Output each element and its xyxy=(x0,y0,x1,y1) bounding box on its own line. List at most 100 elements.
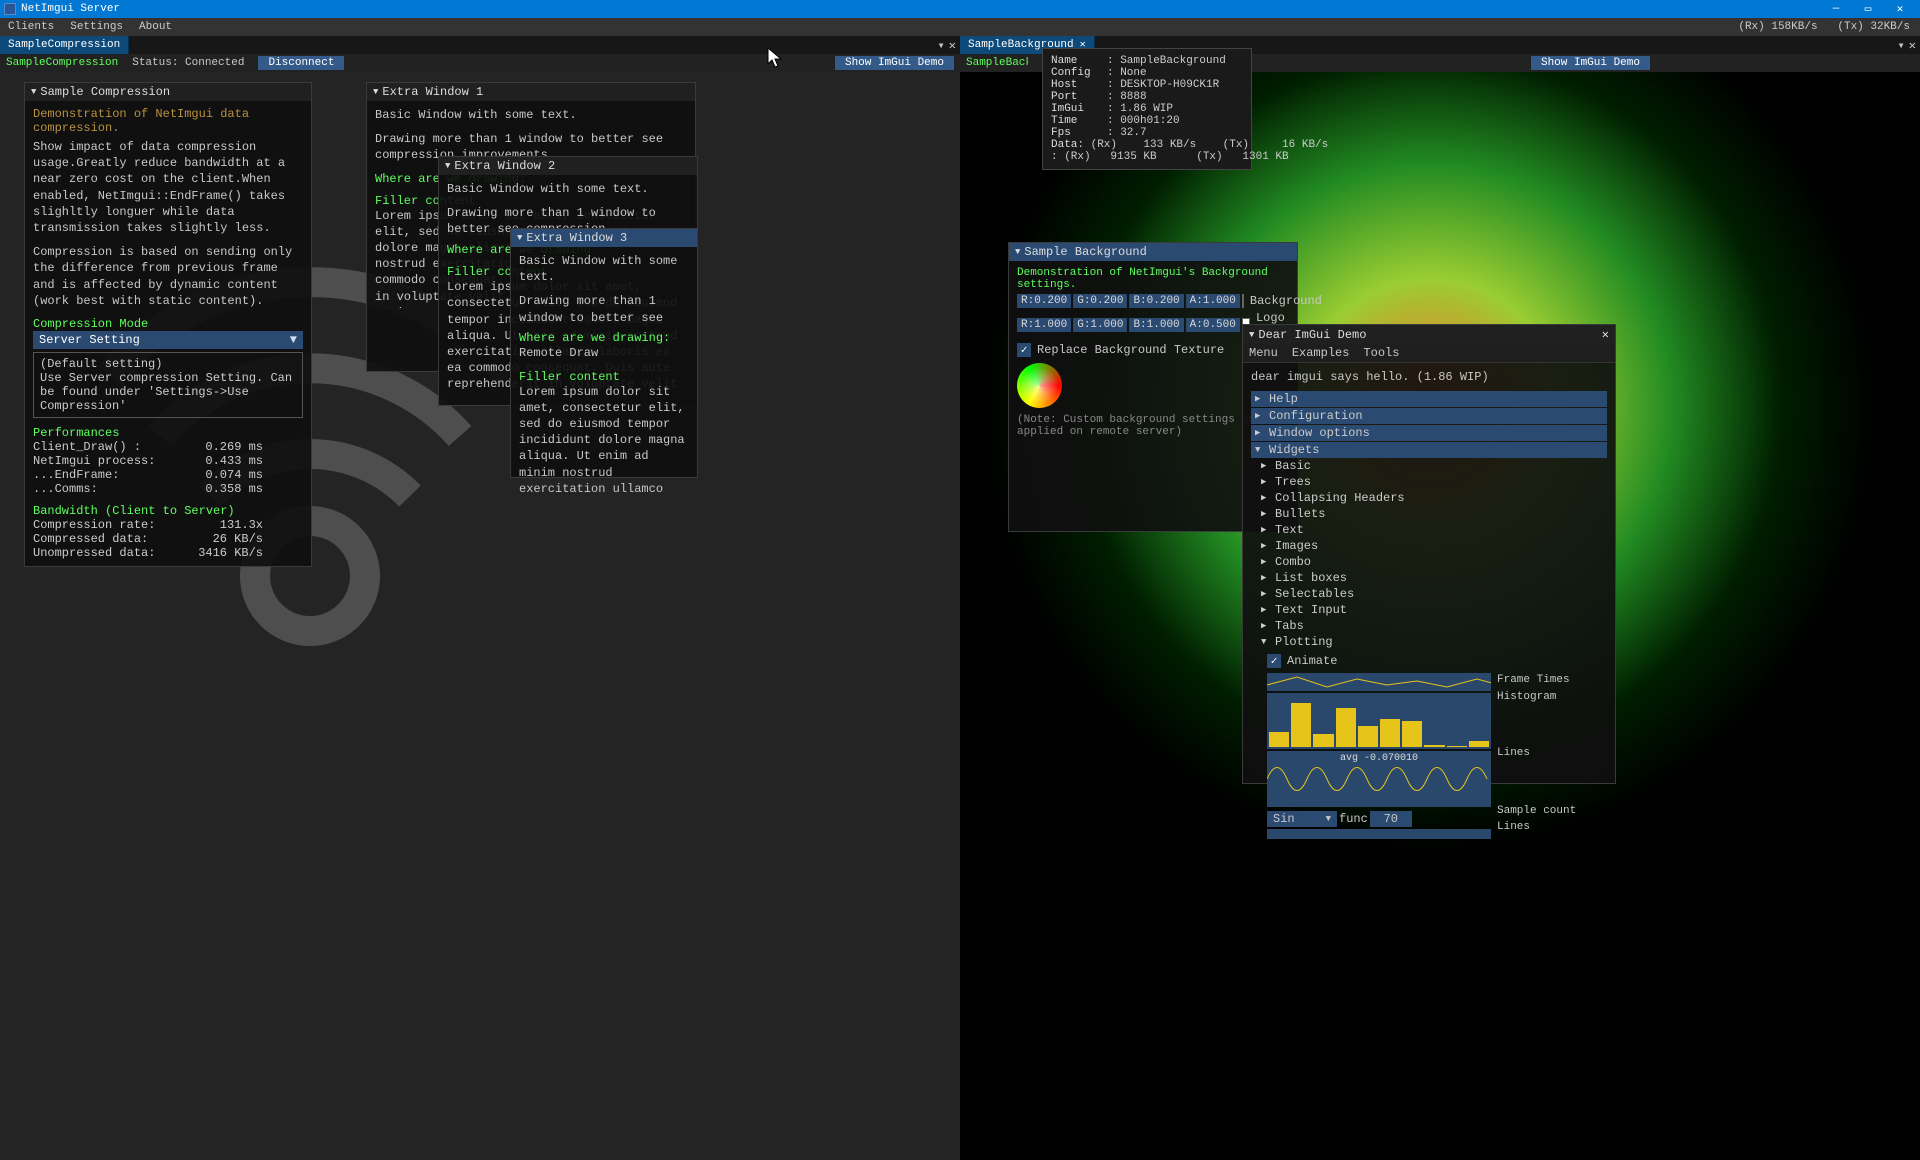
rgba-b[interactable]: B:0.200 xyxy=(1129,294,1183,308)
rgba-a[interactable]: A:1.000 xyxy=(1186,294,1240,308)
close-button[interactable]: ✕ xyxy=(1884,2,1916,16)
demo-tree-item[interactable]: ▶Tabs xyxy=(1261,618,1607,634)
tooltip-host: : DESKTOP-H09CK1R xyxy=(1107,79,1219,91)
plot-frame-times xyxy=(1267,673,1491,691)
background-label: Background xyxy=(1250,294,1322,308)
histogram-bar xyxy=(1447,746,1467,747)
tab-close-icon[interactable]: ✕ xyxy=(1909,38,1916,53)
disconnect-button[interactable]: Disconnect xyxy=(258,56,344,70)
title-text: Dear ImGui Demo xyxy=(1258,328,1366,342)
tooltip-config: : None xyxy=(1107,67,1147,79)
show-demo-button-right[interactable]: Show ImGui Demo xyxy=(1531,56,1650,70)
demo-tree-item[interactable]: ▶Collapsing Headers xyxy=(1261,490,1607,506)
window-title[interactable]: ▼Extra Window 1 xyxy=(367,83,695,101)
bandwidth-label: Bandwidth (Client to Server) xyxy=(33,504,303,518)
title-text: Extra Window 1 xyxy=(382,85,483,99)
demo-header[interactable]: ▶Window options xyxy=(1251,425,1607,441)
histogram-bar xyxy=(1291,703,1311,747)
app-titlebar: NetImgui Server — ▭ ✕ xyxy=(0,0,1920,18)
plot-avg-label: avg -0.070010 xyxy=(1340,753,1418,764)
menu-clients[interactable]: Clients xyxy=(0,21,62,33)
rgba-r[interactable]: R:0.200 xyxy=(1017,294,1071,308)
window-imgui-demo[interactable]: ▼Dear ImGui Demo ✕ Menu Examples Tools d… xyxy=(1242,324,1616,784)
compression-mode-desc: (Default setting) Use Server compression… xyxy=(33,352,303,418)
tooltip-fps: : 32.7 xyxy=(1107,127,1147,139)
menu-item[interactable]: Examples xyxy=(1292,346,1350,360)
dropdown-icon[interactable]: ▾ xyxy=(938,38,945,53)
status-connected: Status: Connected xyxy=(132,57,244,69)
sample-count-input[interactable]: 70 xyxy=(1370,811,1412,827)
histogram-bar xyxy=(1424,745,1444,748)
rgba-b[interactable]: B:1.000 xyxy=(1129,318,1183,332)
demo-header[interactable]: ▶Configuration xyxy=(1251,408,1607,424)
minimize-button[interactable]: — xyxy=(1820,3,1852,15)
animate-checkbox[interactable]: ✓Animate xyxy=(1267,654,1607,668)
demo-hello: dear imgui says hello. (1.86 WIP) xyxy=(1251,369,1607,385)
tab-samplecompression[interactable]: SampleCompression xyxy=(0,36,129,54)
demo-tree-item[interactable]: ▶Text Input xyxy=(1261,602,1607,618)
perf-row: ...EndFrame:0.074 ms xyxy=(33,468,303,482)
plot-histogram xyxy=(1267,693,1491,749)
rx-stat: (Rx) 158KB/s xyxy=(1738,21,1817,33)
menu-about[interactable]: About xyxy=(131,21,180,33)
demo-tree-item[interactable]: ▶List boxes xyxy=(1261,570,1607,586)
dropdown-icon[interactable]: ▾ xyxy=(1898,38,1905,53)
window-title[interactable]: ▼Extra Window 3 xyxy=(511,229,697,247)
label-frame-times: Frame Times xyxy=(1497,671,1607,689)
window-title[interactable]: ▼Extra Window 2 xyxy=(439,157,697,175)
window-title[interactable]: ▼Sample Background xyxy=(1009,243,1297,261)
statusrow-left: SampleCompression Status: Connected Disc… xyxy=(0,54,960,72)
compression-body2: Compression is based on sending only the… xyxy=(33,244,303,309)
menu-item[interactable]: Tools xyxy=(1363,346,1399,360)
func-select[interactable]: Sin▼ xyxy=(1267,811,1337,827)
demo-tree-item[interactable]: ▼Plotting xyxy=(1261,634,1607,650)
rgba-a[interactable]: A:0.500 xyxy=(1186,318,1240,332)
label-histogram: Histogram xyxy=(1497,689,1607,745)
tab-close-icon[interactable]: ✕ xyxy=(949,38,956,53)
perf-row: NetImgui process:0.433 ms xyxy=(33,454,303,468)
extra-text: Basic Window with some text. xyxy=(375,107,687,123)
bandwidth-row: Unompressed data:3416 KB/s xyxy=(33,546,303,560)
maximize-button[interactable]: ▭ xyxy=(1852,2,1884,16)
color-wheel[interactable] xyxy=(1017,363,1062,408)
window-title[interactable]: ▼Dear ImGui Demo ✕ xyxy=(1243,325,1615,344)
rgba-g[interactable]: G:1.000 xyxy=(1073,318,1127,332)
window-title[interactable]: ▼ Sample Compression xyxy=(25,83,311,101)
window-sample-compression[interactable]: ▼ Sample Compression Demonstration of Ne… xyxy=(24,82,312,567)
demo-tree-item[interactable]: ▶Bullets xyxy=(1261,506,1607,522)
demo-tree-item[interactable]: ▶Images xyxy=(1261,538,1607,554)
color-swatch[interactable] xyxy=(1242,294,1244,308)
compression-mode-label: Compression Mode xyxy=(33,317,303,331)
demo-tree-item[interactable]: ▶Trees xyxy=(1261,474,1607,490)
tab-label: SampleCompression xyxy=(8,39,120,51)
menu-settings[interactable]: Settings xyxy=(62,21,131,33)
rgba-g[interactable]: G:0.200 xyxy=(1073,294,1127,308)
perf-row: ...Comms:0.358 ms xyxy=(33,482,303,496)
demo-tree-item[interactable]: ▶Basic xyxy=(1261,458,1607,474)
sample-value: 70 xyxy=(1384,812,1398,826)
show-demo-button-left[interactable]: Show ImGui Demo xyxy=(835,56,954,70)
extra-text: Basic Window with some text. xyxy=(447,181,689,197)
tooltip-data1: : (Rx) 133 KB/s (Tx) 16 KB/s xyxy=(1077,139,1328,151)
window-extra-3[interactable]: ▼Extra Window 3 Basic Window with some t… xyxy=(510,228,698,478)
demo-header[interactable]: ▼Widgets xyxy=(1251,442,1607,458)
collapse-icon[interactable]: ▼ xyxy=(31,87,36,97)
compression-mode-combo[interactable]: Server Setting ▼ xyxy=(33,331,303,349)
demo-tree-item[interactable]: ▶Combo xyxy=(1261,554,1607,570)
bandwidth-row: Compression rate:131.3x xyxy=(33,518,303,532)
filler-text: Lorem ipsum dolor sit amet, consectetur … xyxy=(519,384,689,499)
rgba-r[interactable]: R:1.000 xyxy=(1017,318,1071,332)
histogram-bar xyxy=(1380,719,1400,748)
tooltip-imgui: : 1.86 WIP xyxy=(1107,103,1173,115)
demo-header[interactable]: ▶Help xyxy=(1251,391,1607,407)
client-info-tooltip: Name: SampleBackground Config: None Host… xyxy=(1042,48,1252,170)
plot-lines-2 xyxy=(1267,829,1491,839)
app-title: NetImgui Server xyxy=(21,3,120,15)
where-label: Where are we drawing: xyxy=(519,331,670,345)
perf-row: Client_Draw() :0.269 ms xyxy=(33,440,303,454)
histogram-bar xyxy=(1469,741,1489,747)
demo-tree-item[interactable]: ▶Selectables xyxy=(1261,586,1607,602)
demo-tree-item[interactable]: ▶Text xyxy=(1261,522,1607,538)
menu-item[interactable]: Menu xyxy=(1249,346,1278,360)
window-close-icon[interactable]: ✕ xyxy=(1602,327,1609,342)
